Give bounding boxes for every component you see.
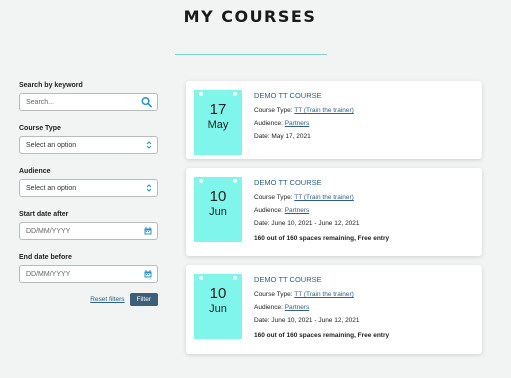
course-type-link[interactable]: TT (Train the trainer) xyxy=(294,194,354,201)
course-card[interactable]: 10 Jun DEMO TT COURSE Course Type: TT (T… xyxy=(186,168,482,256)
audience-select[interactable]: Select an option xyxy=(19,179,158,197)
course-type-link[interactable]: TT (Train the trainer) xyxy=(294,107,354,114)
course-type-value: Select an option xyxy=(26,141,77,149)
date-badge: 17 May xyxy=(194,90,242,155)
course-title[interactable]: DEMO TT COURSE xyxy=(254,275,479,284)
course-title[interactable]: DEMO TT COURSE xyxy=(254,91,479,100)
course-card[interactable]: 17 May DEMO TT COURSE Course Type: TT (T… xyxy=(186,81,482,159)
date-month: May xyxy=(207,119,229,131)
end-date-placeholder: DD/MM/YYYY xyxy=(26,270,71,278)
course-info: DEMO TT COURSE Course Type: TT (Train th… xyxy=(254,275,479,339)
date-row: Date: May 17, 2021 xyxy=(254,133,311,140)
filters-panel: Search by keyword Search... Course Type … xyxy=(19,82,159,306)
start-date-input[interactable]: DD/MM/YYYY xyxy=(19,222,158,240)
course-info: DEMO TT COURSE Course Type: TT (Train th… xyxy=(254,178,479,242)
start-date-label: Start date after xyxy=(19,211,69,218)
audience-value: Select an option xyxy=(26,184,77,192)
reset-filters-link[interactable]: Reset filters xyxy=(90,296,124,303)
date-badge: 10 Jun xyxy=(194,177,242,242)
course-title[interactable]: DEMO TT COURSE xyxy=(254,178,479,187)
calendar-icon[interactable] xyxy=(144,227,152,235)
audience-row: Audience: Partners xyxy=(254,304,310,311)
course-type-row: Course Type: TT (Train the trainer) xyxy=(254,194,354,201)
date-day: 10 xyxy=(209,285,227,302)
date-row: Date: June 10, 2021 - June 12, 2021 xyxy=(254,220,360,227)
date-month: Jun xyxy=(209,303,227,315)
course-type-row: Course Type: TT (Train the trainer) xyxy=(254,107,354,114)
audience-link[interactable]: Partners xyxy=(285,304,310,311)
date-month: Jun xyxy=(209,206,227,218)
course-date: June 10, 2021 - June 12, 2021 xyxy=(271,317,360,324)
calendar-icon[interactable] xyxy=(144,270,152,278)
course-type-row: Course Type: TT (Train the trainer) xyxy=(254,291,354,298)
end-date-label: End date before xyxy=(19,254,72,261)
date-day: 10 xyxy=(209,188,227,205)
date-badge: 10 Jun xyxy=(194,274,242,339)
course-date: June 10, 2021 - June 12, 2021 xyxy=(271,220,360,227)
audience-row: Audience: Partners xyxy=(254,120,310,127)
audience-link[interactable]: Partners xyxy=(285,207,310,214)
keyword-search-input[interactable]: Search... xyxy=(19,93,158,111)
start-date-placeholder: DD/MM/YYYY xyxy=(26,227,71,235)
date-day: 17 xyxy=(209,101,227,118)
filter-actions: Reset filters Filter xyxy=(19,293,158,306)
end-date-input[interactable]: DD/MM/YYYY xyxy=(19,265,158,283)
chevron-updown-icon xyxy=(146,184,152,193)
course-type-link[interactable]: TT (Train the trainer) xyxy=(294,291,354,298)
audience-label: Audience xyxy=(19,168,51,175)
title-divider xyxy=(175,54,327,55)
page-title: MY COURSES xyxy=(183,7,317,26)
chevron-updown-icon xyxy=(146,141,152,150)
keyword-label: Search by keyword xyxy=(19,82,83,89)
course-type-select[interactable]: Select an option xyxy=(19,136,158,154)
search-icon[interactable] xyxy=(141,97,152,108)
course-date: May 17, 2021 xyxy=(271,133,311,140)
date-row: Date: June 10, 2021 - June 12, 2021 xyxy=(254,317,360,324)
spaces-remaining: 160 out of 160 spaces remaining, Free en… xyxy=(254,332,390,339)
course-info: DEMO TT COURSE Course Type: TT (Train th… xyxy=(254,91,479,146)
audience-link[interactable]: Partners xyxy=(285,120,310,127)
course-type-label: Course Type xyxy=(19,125,61,132)
audience-row: Audience: Partners xyxy=(254,207,310,214)
keyword-placeholder: Search... xyxy=(26,98,55,106)
spaces-remaining: 160 out of 160 spaces remaining, Free en… xyxy=(254,235,390,242)
course-card[interactable]: 10 Jun DEMO TT COURSE Course Type: TT (T… xyxy=(186,265,482,354)
filter-button[interactable]: Filter xyxy=(129,293,158,306)
